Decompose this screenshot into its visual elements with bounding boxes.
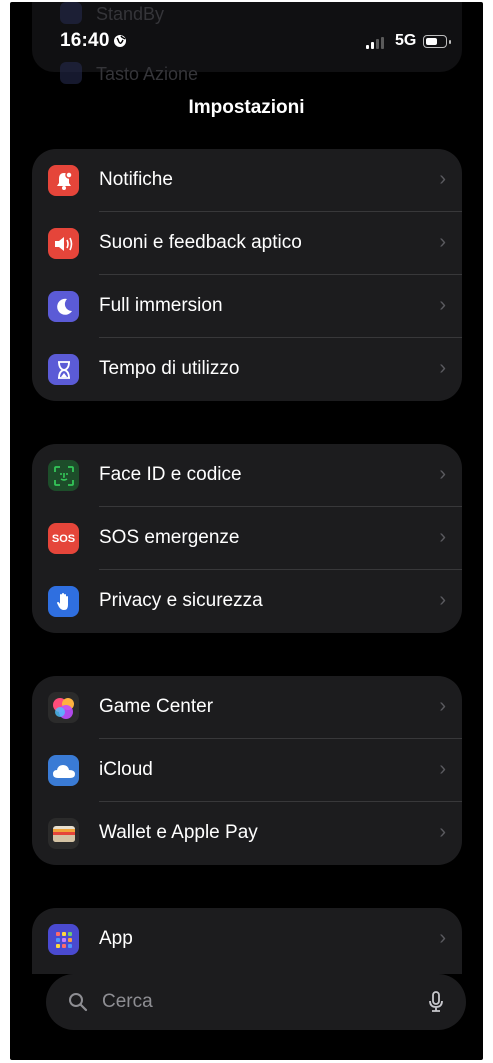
row-label: Face ID e codice — [99, 464, 242, 485]
settings-group-1: Notifiche › Suoni e feedback aptico › Fu… — [32, 149, 462, 401]
moon-icon — [48, 291, 79, 322]
face-id-icon — [48, 460, 79, 491]
standby-icon — [60, 2, 82, 24]
row-label: Tempo di utilizzo — [99, 358, 240, 379]
row-full-immersion[interactable]: Full immersion › — [32, 275, 462, 338]
row-label: App — [99, 928, 133, 949]
row-label: Privacy e sicurezza — [99, 590, 263, 611]
search-placeholder: Cerca — [102, 991, 153, 1012]
row-label: SOS emergenze — [99, 527, 240, 548]
network-type: 5G — [395, 32, 417, 49]
row-suoni[interactable]: Suoni e feedback aptico › — [32, 212, 462, 275]
apps-grid-icon — [48, 924, 79, 955]
speaker-icon — [48, 228, 79, 259]
page-title: Impostazioni — [188, 97, 305, 118]
row-privacy[interactable]: Privacy e sicurezza › — [32, 570, 462, 633]
chevron-right-icon: › — [439, 526, 446, 548]
row-label: iCloud — [99, 759, 153, 780]
chevron-right-icon: › — [439, 357, 446, 379]
chevron-right-icon: › — [439, 758, 446, 780]
chevron-right-icon: › — [439, 168, 446, 190]
search-field[interactable]: Cerca — [46, 974, 466, 1030]
row-label: Wallet e Apple Pay — [99, 822, 258, 843]
row-notifiche[interactable]: Notifiche › — [32, 149, 462, 212]
cellular-signal-icon — [366, 37, 384, 49]
row-label: Game Center — [99, 696, 214, 717]
wallet-icon — [48, 818, 79, 849]
battery-cap — [449, 40, 451, 44]
bell-icon — [48, 165, 79, 196]
settings-group-3: Game Center › iCloud › Wallet e Apple Pa… — [32, 676, 462, 865]
row-game-center[interactable]: Game Center › — [32, 676, 462, 739]
row-label: Full immersion — [99, 295, 223, 316]
action-button-label: Tasto Azione — [96, 64, 199, 84]
game-center-icon — [48, 692, 79, 723]
phone-screen: StandBy Tasto Azione 16:40 5G Impostazio… — [10, 2, 483, 1060]
row-wallet[interactable]: Wallet e Apple Pay › — [32, 802, 462, 865]
row-label: Notifiche — [99, 169, 173, 190]
battery-icon — [423, 35, 447, 48]
row-label: Suoni e feedback aptico — [99, 232, 302, 253]
status-bar: 16:40 5G — [10, 30, 483, 54]
settings-group-2: Face ID e codice › SOS SOS emergenze › P… — [32, 444, 462, 633]
chevron-right-icon: › — [439, 695, 446, 717]
microphone-icon[interactable] — [428, 990, 444, 1014]
chevron-right-icon: › — [439, 589, 446, 611]
search-icon — [69, 993, 88, 1012]
chevron-right-icon: › — [439, 294, 446, 316]
status-time: 16:40 — [60, 30, 110, 51]
chevron-right-icon: › — [439, 927, 446, 949]
chevron-right-icon: › — [439, 821, 446, 843]
row-icloud[interactable]: iCloud › — [32, 739, 462, 802]
chevron-right-icon: › — [439, 463, 446, 485]
settings-group-4: App › — [32, 908, 462, 974]
row-app[interactable]: App › — [32, 908, 462, 971]
hand-icon — [48, 586, 79, 617]
row-tempo-utilizzo[interactable]: Tempo di utilizzo › — [32, 338, 462, 401]
location-globe-icon — [114, 35, 126, 47]
sos-icon: SOS — [48, 523, 79, 554]
cloud-icon — [48, 755, 79, 786]
row-face-id[interactable]: Face ID e codice › — [32, 444, 462, 507]
row-sos[interactable]: SOS SOS emergenze › — [32, 507, 462, 570]
standby-label: StandBy — [96, 4, 165, 24]
action-button-icon — [60, 62, 82, 84]
chevron-right-icon: › — [439, 231, 446, 253]
hourglass-icon — [48, 354, 79, 385]
